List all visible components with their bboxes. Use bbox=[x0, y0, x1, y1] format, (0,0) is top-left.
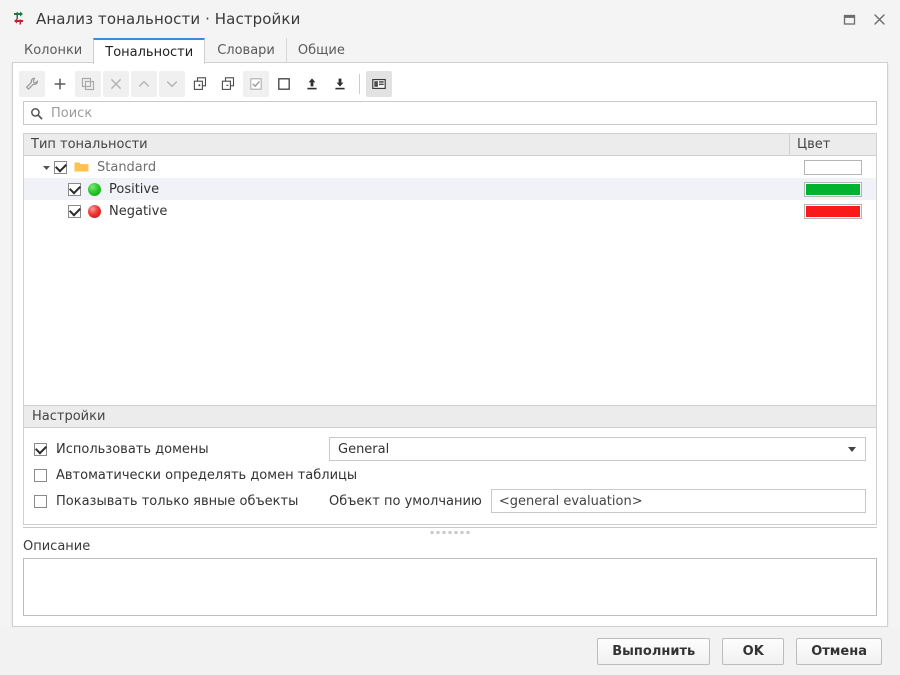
panel-splitter[interactable] bbox=[23, 525, 877, 539]
domain-combo-value: General bbox=[338, 441, 390, 457]
check-all-icon[interactable] bbox=[243, 71, 269, 97]
delete-icon[interactable] bbox=[103, 71, 129, 97]
splitter-grip[interactable] bbox=[430, 531, 470, 534]
settings-row-autodetect: Автоматически определять домен таблицы bbox=[34, 462, 866, 488]
search-input[interactable] bbox=[49, 104, 870, 122]
show-details-icon[interactable] bbox=[366, 71, 392, 97]
settings-row-domains: Использовать домены General bbox=[34, 436, 866, 462]
row-color-cell[interactable] bbox=[790, 156, 876, 178]
splitter-line bbox=[23, 527, 877, 528]
move-up-icon[interactable] bbox=[131, 71, 157, 97]
row-type-cell: Negative bbox=[24, 200, 790, 222]
toolbar-separator bbox=[359, 74, 360, 94]
row-label: Standard bbox=[97, 159, 157, 175]
use-domains-label: Использовать домены bbox=[56, 441, 209, 457]
main-panel: Тип тональности Цвет bbox=[12, 63, 888, 627]
auto-detect-checkbox[interactable] bbox=[34, 468, 47, 482]
collapse-all-icon[interactable] bbox=[215, 71, 241, 97]
tab-strip: Колонки Тональности Словари Общие bbox=[0, 38, 900, 64]
use-domains-checkbox[interactable] bbox=[34, 442, 47, 456]
use-domains-checkbox-row[interactable]: Использовать домены bbox=[34, 442, 329, 457]
description-section: Описание bbox=[13, 539, 887, 626]
column-label: Тип тональности bbox=[31, 137, 148, 152]
row-color-cell[interactable] bbox=[790, 200, 876, 222]
move-down-icon[interactable] bbox=[159, 71, 185, 97]
default-object-value: <general evaluation> bbox=[498, 493, 643, 509]
row-checkbox[interactable] bbox=[68, 204, 81, 218]
green-dot-icon bbox=[88, 182, 101, 196]
tab-slovari[interactable]: Словари bbox=[205, 38, 286, 63]
row-label: Negative bbox=[109, 203, 168, 219]
table-row[interactable]: Positive bbox=[24, 178, 876, 200]
settings-group-body: Использовать домены General Автоматическ… bbox=[24, 428, 876, 524]
row-color-cell[interactable] bbox=[790, 178, 876, 200]
color-swatch[interactable] bbox=[804, 159, 862, 175]
uncheck-all-icon[interactable] bbox=[271, 71, 297, 97]
add-icon[interactable] bbox=[47, 71, 73, 97]
explicit-only-checkbox-row[interactable]: Показывать только явные объекты bbox=[34, 494, 329, 509]
auto-detect-label: Автоматически определять домен таблицы bbox=[56, 467, 358, 483]
import-icon[interactable] bbox=[299, 71, 325, 97]
explicit-only-label: Показывать только явные объекты bbox=[56, 493, 299, 509]
export-icon[interactable] bbox=[327, 71, 353, 97]
column-label: Цвет bbox=[797, 137, 831, 152]
tab-tonalnosti[interactable]: Тональности bbox=[93, 38, 206, 64]
cancel-button[interactable]: Отмена bbox=[796, 637, 882, 665]
window-title: Анализ тональности · Настройки bbox=[36, 10, 301, 28]
folder-icon bbox=[74, 161, 89, 173]
description-textarea[interactable] bbox=[23, 558, 877, 616]
tab-label: Словари bbox=[217, 43, 275, 58]
ok-button[interactable]: OK bbox=[722, 637, 785, 665]
column-header-color[interactable]: Цвет bbox=[790, 134, 876, 155]
search-box[interactable] bbox=[23, 101, 877, 125]
row-checkbox[interactable] bbox=[54, 160, 67, 174]
settings-row-explicit: Показывать только явные объекты Объект п… bbox=[34, 488, 866, 514]
table-body: Standard Positive Negative bbox=[24, 156, 876, 405]
settings-group: Настройки Использовать домены General Ав… bbox=[23, 405, 877, 525]
default-object-label: Объект по умолчанию bbox=[329, 493, 482, 509]
tab-kolonki[interactable]: Колонки bbox=[12, 38, 93, 63]
tab-label: Общие bbox=[297, 43, 345, 58]
chevron-down-icon[interactable] bbox=[38, 163, 54, 172]
tab-obshchie[interactable]: Общие bbox=[285, 38, 356, 63]
toolbar bbox=[13, 67, 887, 101]
sentiment-tree: Тип тональности Цвет Standard Positive N… bbox=[23, 133, 877, 405]
settings-window: Анализ тональности · Настройки Колонки Т… bbox=[0, 0, 900, 675]
close-icon[interactable] bbox=[864, 4, 894, 34]
default-object-field[interactable]: <general evaluation> bbox=[490, 489, 866, 513]
explicit-only-checkbox[interactable] bbox=[34, 494, 47, 508]
row-type-cell: Positive bbox=[24, 178, 790, 200]
row-checkbox[interactable] bbox=[68, 182, 81, 196]
color-swatch[interactable] bbox=[804, 203, 862, 219]
table-row[interactable]: Standard bbox=[24, 156, 876, 178]
duplicate-icon[interactable] bbox=[75, 71, 101, 97]
row-label: Positive bbox=[109, 181, 160, 197]
domain-combo[interactable]: General bbox=[329, 437, 866, 461]
color-swatch[interactable] bbox=[804, 181, 862, 197]
table-row[interactable]: Negative bbox=[24, 200, 876, 222]
chevron-down-icon bbox=[848, 446, 856, 452]
expand-all-icon[interactable] bbox=[187, 71, 213, 97]
dialog-button-bar: Выполнить OK Отмена bbox=[0, 627, 900, 675]
settings-wrench-icon[interactable] bbox=[19, 71, 45, 97]
row-type-cell: Standard bbox=[24, 156, 790, 178]
column-header-type[interactable]: Тип тональности bbox=[24, 134, 790, 155]
tab-label: Тональности bbox=[105, 44, 194, 60]
search-container bbox=[13, 101, 887, 125]
search-icon bbox=[30, 107, 43, 120]
tab-label: Колонки bbox=[24, 43, 83, 58]
table-header: Тип тональности Цвет bbox=[24, 134, 876, 156]
description-label: Описание bbox=[23, 539, 91, 554]
auto-detect-checkbox-row[interactable]: Автоматически определять домен таблицы bbox=[34, 468, 357, 483]
maximize-icon[interactable] bbox=[834, 4, 864, 34]
red-dot-icon bbox=[88, 204, 101, 218]
settings-group-title: Настройки bbox=[24, 406, 876, 428]
execute-button[interactable]: Выполнить bbox=[597, 637, 711, 665]
sentiment-arrows-icon bbox=[10, 10, 28, 28]
title-bar: Анализ тональности · Настройки bbox=[0, 0, 900, 38]
